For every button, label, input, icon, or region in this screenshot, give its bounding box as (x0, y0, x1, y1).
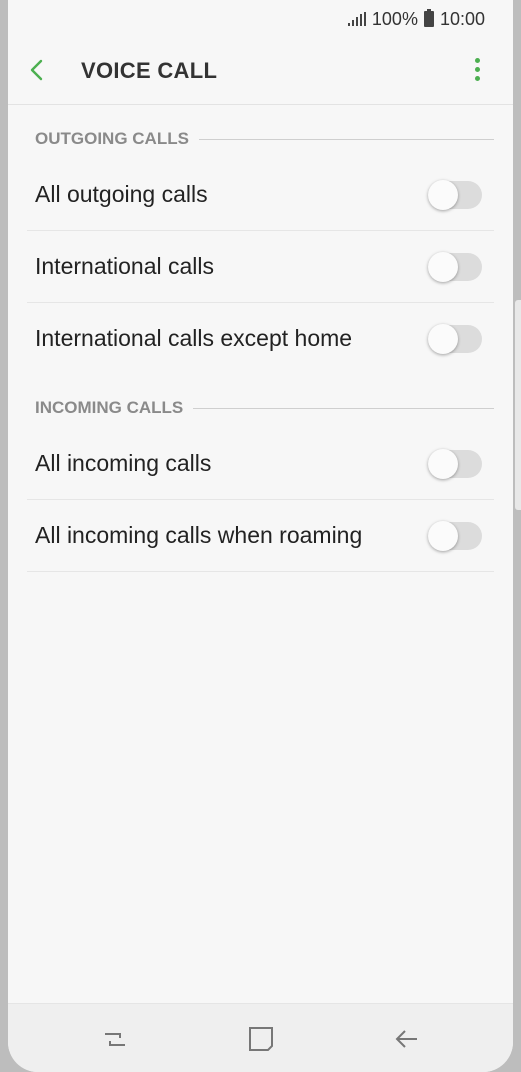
side-button (515, 300, 521, 510)
setting-label: International calls except home (35, 325, 353, 351)
app-bar: VOICE CALL (8, 38, 513, 105)
toggle-knob (428, 252, 458, 282)
setting-row-international-except-home[interactable]: International calls except home (27, 303, 494, 374)
navigation-bar (8, 1003, 513, 1072)
toggle-switch[interactable] (428, 521, 482, 551)
more-options-icon[interactable] (465, 58, 489, 84)
setting-label: All outgoing calls (35, 181, 208, 207)
section-divider (193, 407, 494, 409)
status-bar: 100% 10:00 (8, 0, 513, 38)
toggle-switch[interactable] (428, 324, 482, 354)
toggle-knob (428, 180, 458, 210)
battery-percent: 100% (371, 8, 418, 29)
section-header-incoming: INCOMING CALLS (35, 393, 494, 423)
home-icon[interactable] (246, 1024, 276, 1054)
toggle-switch[interactable] (428, 449, 482, 479)
setting-label: All incoming calls (35, 450, 212, 476)
setting-row-all-outgoing[interactable]: All outgoing calls (27, 159, 494, 231)
setting-row-all-incoming[interactable]: All incoming calls (27, 428, 494, 500)
toggle-knob (428, 324, 458, 354)
setting-row-incoming-roaming[interactable]: All incoming calls when roaming (27, 500, 494, 572)
back-arrow-icon[interactable] (26, 58, 50, 82)
screen: 100% 10:00 VOICE CALL OUTGOING CALLS All… (8, 0, 513, 1072)
clock: 10:00 (439, 8, 485, 29)
setting-row-international[interactable]: International calls (27, 231, 494, 303)
toggle-knob (428, 521, 458, 551)
section-title: INCOMING CALLS (35, 398, 184, 417)
toggle-knob (428, 449, 458, 479)
setting-label: All incoming calls when roaming (35, 522, 363, 548)
section-header-outgoing: OUTGOING CALLS (35, 124, 494, 154)
page-title: VOICE CALL (81, 58, 218, 83)
recent-apps-icon[interactable] (100, 1024, 130, 1054)
section-divider (198, 138, 494, 140)
setting-label: International calls (35, 253, 214, 279)
device-frame: 100% 10:00 VOICE CALL OUTGOING CALLS All… (0, 0, 521, 1072)
section-title: OUTGOING CALLS (35, 129, 189, 148)
toggle-switch[interactable] (428, 252, 482, 282)
back-icon[interactable] (392, 1024, 422, 1054)
battery-icon (423, 9, 434, 27)
signal-icon (347, 12, 366, 26)
toggle-switch[interactable] (428, 180, 482, 210)
